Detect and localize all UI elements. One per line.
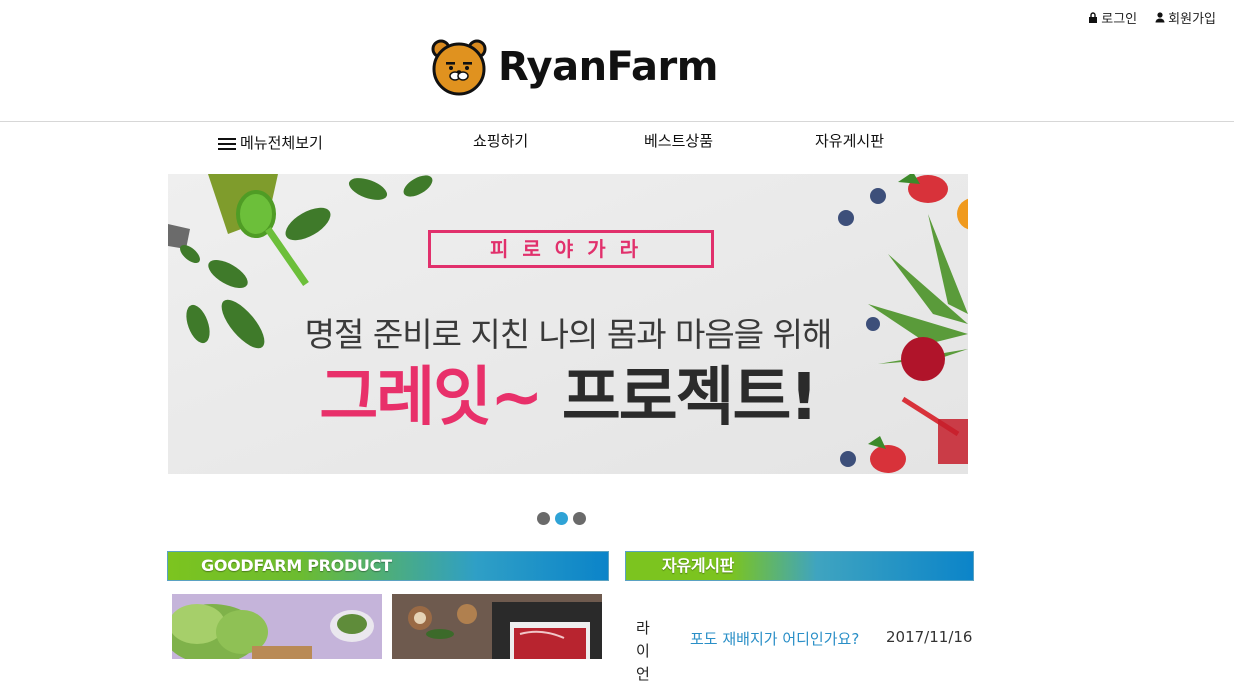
signup-label: 회원가입: [1168, 12, 1216, 27]
hamburger-icon: [218, 135, 236, 153]
signup-link[interactable]: 회원가입: [1155, 8, 1216, 27]
banner-subtitle: 명절 준비로 지친 나의 몸과 마음을 위해: [304, 315, 833, 354]
product-thumb-lettuce[interactable]: [172, 594, 382, 659]
board-section-header: 자유게시판: [625, 551, 974, 581]
login-label: 로그인: [1101, 12, 1138, 27]
nav-shopping[interactable]: 쇼핑하기: [473, 130, 528, 151]
board-row[interactable]: 라이언 포도 재배지가 어디인가요? 2017/11/16: [625, 610, 974, 683]
product-thumb-beef[interactable]: [392, 594, 602, 659]
login-link[interactable]: 로그인: [1088, 8, 1137, 27]
board-author: 라이언: [636, 619, 650, 683]
banner-title: 그레잇~ 프로젝트!: [168, 360, 968, 436]
carousel-dots: [537, 512, 586, 525]
carousel-dot-2[interactable]: [555, 512, 568, 525]
header-divider: [0, 121, 1234, 122]
nav-free-board[interactable]: 자유게시판: [815, 130, 884, 151]
site-logo[interactable]: RyanFarm: [428, 38, 718, 96]
product-section-header: GOODFARM PRODUCT: [167, 551, 609, 581]
carousel-dot-1[interactable]: [537, 512, 550, 525]
nav-menu-all-label: 메뉴전체보기: [240, 134, 323, 152]
nav-menu-all[interactable]: 메뉴전체보기: [218, 132, 323, 153]
board-post-title[interactable]: 포도 재배지가 어디인가요?: [690, 628, 859, 649]
logo-text: RyanFarm: [498, 44, 718, 90]
banner-title-pink: 그레잇~: [319, 361, 543, 435]
lock-icon: [1089, 12, 1098, 23]
nav-best-products[interactable]: 베스트상품: [644, 130, 713, 151]
user-icon: [1155, 12, 1165, 23]
banner-title-dark: 프로젝트!: [561, 361, 819, 435]
carousel-dot-3[interactable]: [573, 512, 586, 525]
banner-tag: 피로야가라: [428, 230, 714, 268]
ryan-bear-icon: [431, 39, 487, 96]
beef-image: [392, 594, 602, 659]
lettuce-image: [172, 594, 382, 659]
utility-links: 로그인 회원가입: [1088, 8, 1216, 27]
main-nav: 메뉴전체보기 쇼핑하기 베스트상품 자유게시판: [0, 128, 1234, 162]
board-date: 2017/11/16: [886, 628, 973, 646]
